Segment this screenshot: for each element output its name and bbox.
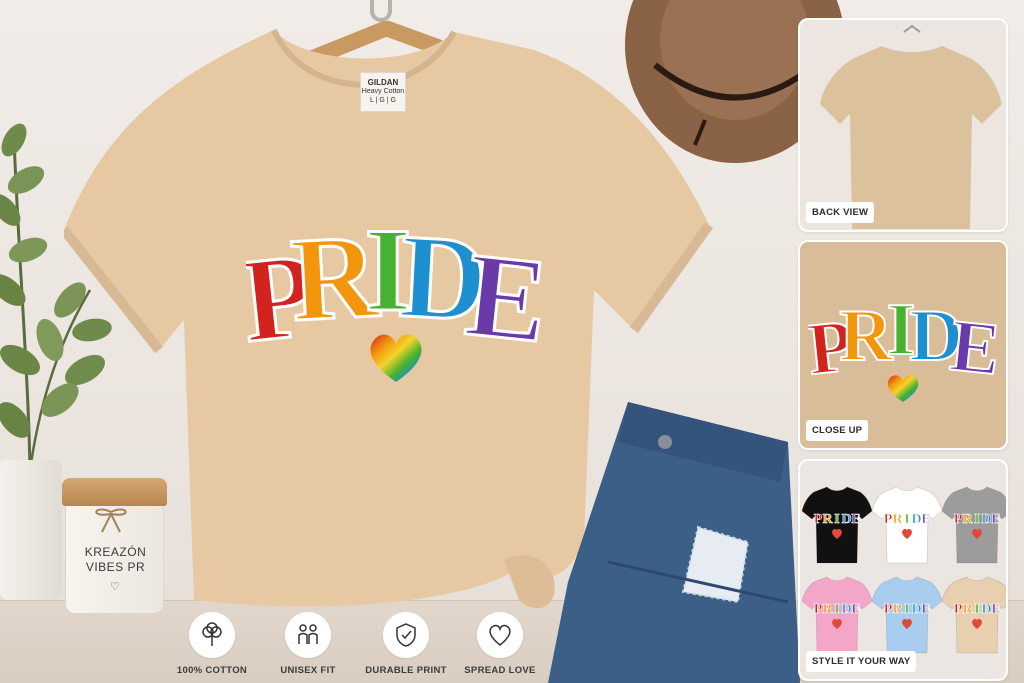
svg-text:P: P [814, 602, 823, 617]
shield-check-icon [383, 612, 429, 658]
svg-text:P: P [884, 512, 893, 527]
thumbnail-close-up[interactable]: P R I D E CLOSE UP [798, 240, 1008, 450]
svg-text:D: D [841, 602, 851, 617]
svg-text:E: E [991, 512, 1000, 527]
svg-text:I: I [974, 512, 979, 527]
svg-text:E: E [921, 512, 930, 527]
pride-print: P R I D E [246, 202, 546, 349]
back-shirt-image [820, 24, 1002, 229]
candle-heart-icon: ♡ [110, 581, 120, 593]
svg-text:P: P [814, 512, 823, 527]
svg-text:E: E [921, 602, 930, 617]
jeans-image [548, 402, 800, 683]
tag-size: L | G | G [370, 97, 396, 104]
svg-text:R: R [962, 602, 973, 617]
feature-label: UNISEX FIT [280, 665, 336, 676]
svg-text:D: D [911, 602, 921, 617]
svg-text:I: I [974, 602, 979, 617]
plant-pot [0, 460, 62, 600]
feature-label: DURABLE PRINT [365, 665, 447, 676]
svg-text:I: I [904, 602, 909, 617]
feature-love: SPREAD LOVE [450, 612, 550, 676]
thumbnail-back-view[interactable]: BACK VIEW [798, 18, 1008, 232]
svg-text:R: R [822, 512, 833, 527]
candle-lid [62, 478, 167, 506]
pride-letter: E [460, 227, 546, 348]
candle-brand-line1: KREAZÓN [84, 545, 147, 559]
svg-text:E: E [851, 602, 860, 617]
variant-shirt[interactable]: PRIDE [801, 573, 873, 657]
panel-label-close: CLOSE UP [806, 420, 869, 441]
svg-text:I: I [904, 512, 909, 527]
tag-brand: GILDAN [367, 78, 399, 87]
svg-text:R: R [892, 512, 903, 527]
unisex-icon [285, 612, 331, 658]
svg-text:D: D [981, 602, 991, 617]
candle-brand-line2: VIBES PR [85, 560, 146, 574]
svg-text:R: R [962, 512, 973, 527]
svg-text:D: D [841, 512, 851, 527]
feature-cotton: 100% COTTON [162, 612, 262, 676]
variant-shirt[interactable]: PRIDE [801, 483, 873, 567]
svg-text:D: D [911, 512, 921, 527]
svg-text:R: R [892, 602, 903, 617]
candle-jar: KREAZÓN VIBES PR ♡ [62, 478, 167, 614]
twine-bow [95, 508, 127, 533]
feature-durable: DURABLE PRINT [356, 612, 456, 676]
svg-text:P: P [884, 602, 893, 617]
panel-label-style: STYLE IT YOUR WAY [806, 651, 917, 672]
thumbnail-style-variants[interactable]: PRIDE PRIDE PRIDE PRIDE PRIDE PRIDE STYL… [798, 459, 1008, 681]
variant-shirt[interactable]: PRIDE [941, 573, 1006, 657]
svg-text:E: E [851, 512, 860, 527]
candle-label: KREAZÓN VIBES PR [66, 545, 165, 575]
feature-label: 100% COTTON [176, 665, 248, 676]
closeup-pride-print: P R I D E [808, 288, 998, 402]
variant-shirt[interactable]: PRIDE [871, 483, 943, 567]
tag-sub: Heavy Cotton [361, 88, 405, 95]
svg-text:E: E [991, 602, 1000, 617]
variant-shirt[interactable]: PRIDE [871, 573, 943, 657]
svg-text:R: R [822, 602, 833, 617]
rainbow-heart-icon [370, 334, 422, 382]
feature-unisex: UNISEX FIT [258, 612, 358, 676]
cotton-icon [189, 612, 235, 658]
panel-label-back: BACK VIEW [806, 202, 875, 223]
feature-label: SPREAD LOVE [464, 665, 536, 676]
svg-text:E: E [947, 305, 998, 392]
svg-text:P: P [954, 602, 963, 617]
svg-text:P: P [954, 512, 963, 527]
svg-text:I: I [834, 512, 839, 527]
svg-text:D: D [981, 512, 991, 527]
svg-text:I: I [834, 602, 839, 617]
variant-shirt[interactable]: PRIDE [941, 483, 1006, 567]
heart-icon [477, 612, 523, 658]
hanger-hook [370, 0, 392, 22]
brand-label-tag: GILDAN Heavy Cotton L | G | G [360, 72, 406, 112]
